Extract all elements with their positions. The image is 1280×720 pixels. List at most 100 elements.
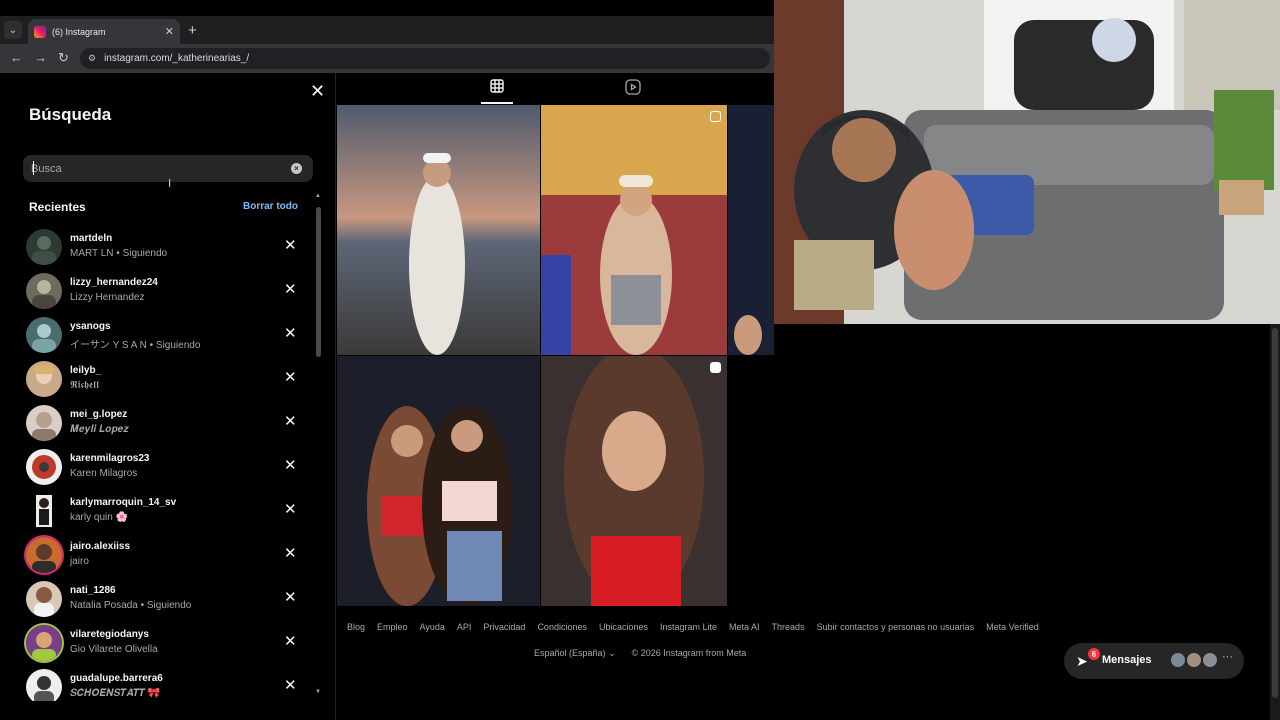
- remove-icon[interactable]: ✕: [284, 280, 297, 298]
- remove-icon[interactable]: ✕: [284, 632, 297, 650]
- avatar: [26, 669, 62, 701]
- forward-icon[interactable]: →: [34, 50, 47, 65]
- post-thumbnail[interactable]: [541, 105, 727, 355]
- messages-button[interactable]: ➤ 6 Mensajes ···: [1064, 643, 1244, 679]
- footer-link[interactable]: API: [457, 622, 472, 632]
- result-subtitle: イーサン Y S A N • Siguiendo: [70, 340, 201, 351]
- remove-icon[interactable]: ✕: [284, 412, 297, 430]
- footer-link[interactable]: Blog: [347, 622, 365, 632]
- copyright: © 2026 Instagram from Meta: [631, 648, 747, 658]
- result-subtitle: 𝑺𝑪𝑯𝑶𝑬𝑵𝑺𝑻𝑨𝑻𝑻 🎀: [70, 688, 161, 699]
- avatar: [26, 581, 62, 617]
- footer-link[interactable]: Subir contactos y personas no usuarias: [817, 622, 975, 632]
- avatar: [26, 405, 62, 441]
- remove-icon[interactable]: ✕: [284, 588, 297, 606]
- tab-close-icon[interactable]: ✕: [165, 25, 174, 38]
- recent-results-list: martdeln MART LN • Siguiendo ✕ lizzy_her…: [0, 225, 312, 701]
- result-username: jairo.alexiiss: [70, 541, 131, 552]
- avatar: [26, 625, 62, 661]
- instagram-favicon-icon: [34, 25, 46, 38]
- panel-scrollbar[interactable]: ▲ ▼: [314, 193, 322, 698]
- browser-tab[interactable]: (6) Instagram ✕: [28, 19, 180, 44]
- search-input[interactable]: [31, 155, 281, 182]
- result-subtitle: MART LN • Siguiendo: [70, 248, 168, 259]
- post-thumbnail[interactable]: [541, 356, 727, 606]
- result-row[interactable]: martdeln MART LN • Siguiendo ✕: [24, 225, 312, 269]
- page-scroll-thumb[interactable]: [1272, 328, 1278, 698]
- post-thumbnail[interactable]: [337, 356, 540, 606]
- reels-icon: [625, 79, 641, 95]
- result-row[interactable]: leilyb_ 𝕽𝖎𝖈𝖍𝖊𝖑𝖑 ✕: [24, 357, 312, 401]
- footer-link[interactable]: Ubicaciones: [599, 622, 648, 632]
- remove-icon[interactable]: ✕: [284, 676, 297, 694]
- remove-icon[interactable]: ✕: [284, 368, 297, 386]
- tab-search-menu-icon[interactable]: ⌄: [4, 21, 22, 39]
- footer-link[interactable]: Privacidad: [483, 622, 525, 632]
- multi-post-icon: [710, 111, 721, 122]
- footer-link[interactable]: Meta Verified: [986, 622, 1039, 632]
- result-subtitle: Natalia Posada • Siguiendo: [70, 600, 192, 611]
- result-row[interactable]: karenmilagros23 Karen Milagros ✕: [24, 445, 312, 489]
- result-username: ysanogs: [70, 321, 111, 332]
- result-subtitle: Gio Vilarete Olivella: [70, 644, 158, 655]
- footer-link[interactable]: Empleo: [377, 622, 408, 632]
- footer-link[interactable]: Threads: [772, 622, 805, 632]
- remove-icon[interactable]: ✕: [284, 456, 297, 474]
- scroll-up-icon[interactable]: ▲: [315, 193, 321, 199]
- footer-link[interactable]: Ayuda: [420, 622, 445, 632]
- close-icon[interactable]: ✕: [310, 81, 325, 102]
- tab-title: (6) Instagram: [52, 26, 106, 37]
- url-field[interactable]: ⚙ instagram.com/_katherinearias_/: [80, 48, 770, 69]
- clear-all-link[interactable]: Borrar todo: [243, 201, 298, 212]
- result-row[interactable]: nati_1286 Natalia Posada • Siguiendo ✕: [24, 577, 312, 621]
- result-row[interactable]: mei_g.lopez 𝑴𝒆𝒚𝒍𝒊 𝑳𝒐𝒑𝒆𝒛 ✕: [24, 401, 312, 445]
- site-info-icon[interactable]: ⚙: [88, 53, 96, 64]
- unread-badge: 6: [1088, 648, 1100, 660]
- remove-icon[interactable]: ✕: [284, 236, 297, 254]
- footer-link[interactable]: Condiciones: [537, 622, 587, 632]
- result-username: guadalupe.barrera6: [70, 673, 163, 684]
- footer-links: Blog Empleo Ayuda API Privacidad Condici…: [347, 622, 1039, 632]
- reload-icon[interactable]: ↻: [58, 50, 69, 66]
- language-select[interactable]: Español (España) ⌄: [534, 648, 616, 659]
- scroll-thumb[interactable]: [316, 207, 321, 357]
- result-row[interactable]: ysanogs イーサン Y S A N • Siguiendo ✕: [24, 313, 312, 357]
- scroll-down-icon[interactable]: ▼: [315, 689, 321, 695]
- result-subtitle: 𝕽𝖎𝖈𝖍𝖊𝖑𝖑: [70, 380, 99, 391]
- avatar: [26, 317, 62, 353]
- avatar: [26, 361, 62, 397]
- result-row[interactable]: jairo.alexiiss jairo ✕: [24, 533, 312, 577]
- result-username: karenmilagros23: [70, 453, 150, 464]
- result-username: karlymarroquin_14_sv: [70, 497, 177, 508]
- result-username: mei_g.lopez: [70, 409, 128, 420]
- url-text: instagram.com/_katherinearias_/: [104, 53, 250, 64]
- remove-icon[interactable]: ✕: [284, 324, 297, 342]
- result-row[interactable]: karlymarroquin_14_sv karly quin 🌸 ✕: [24, 489, 312, 533]
- result-row[interactable]: lizzy_hernandez24 Lizzy Hernandez ✕: [24, 269, 312, 313]
- remove-icon[interactable]: ✕: [284, 544, 297, 562]
- tab-posts[interactable]: [481, 79, 513, 104]
- result-row[interactable]: guadalupe.barrera6 𝑺𝑪𝑯𝑶𝑬𝑵𝑺𝑻𝑨𝑻𝑻 🎀 ✕: [24, 665, 312, 701]
- avatar: [26, 229, 62, 265]
- page-scrollbar[interactable]: [1270, 324, 1280, 720]
- address-bar: ← → ↻ ⚙ instagram.com/_katherinearias_/: [0, 44, 774, 73]
- result-username: martdeln: [70, 233, 113, 244]
- footer-bottom: Español (España) ⌄ © 2026 Instagram from…: [534, 648, 746, 659]
- more-icon: ···: [1222, 651, 1233, 663]
- new-tab-icon[interactable]: +: [188, 22, 197, 39]
- result-subtitle: Karen Milagros: [70, 468, 138, 479]
- remove-icon[interactable]: ✕: [284, 500, 297, 518]
- back-icon[interactable]: ←: [10, 50, 23, 65]
- clear-input-icon[interactable]: ×: [291, 163, 302, 174]
- chevron-down-icon: ⌄: [608, 648, 616, 658]
- post-thumbnail[interactable]: [337, 105, 540, 355]
- avatar: [26, 449, 62, 485]
- footer-link[interactable]: Instagram Lite: [660, 622, 717, 632]
- webcam-overlay: [774, 0, 1280, 324]
- messages-icon: ➤: [1076, 653, 1088, 669]
- result-row[interactable]: vilaretegiodanys Gio Vilarete Olivella ✕: [24, 621, 312, 665]
- tab-reels[interactable]: [625, 79, 645, 99]
- post-thumbnail[interactable]: [728, 105, 774, 355]
- result-username: lizzy_hernandez24: [70, 277, 158, 288]
- footer-link[interactable]: Meta AI: [729, 622, 760, 632]
